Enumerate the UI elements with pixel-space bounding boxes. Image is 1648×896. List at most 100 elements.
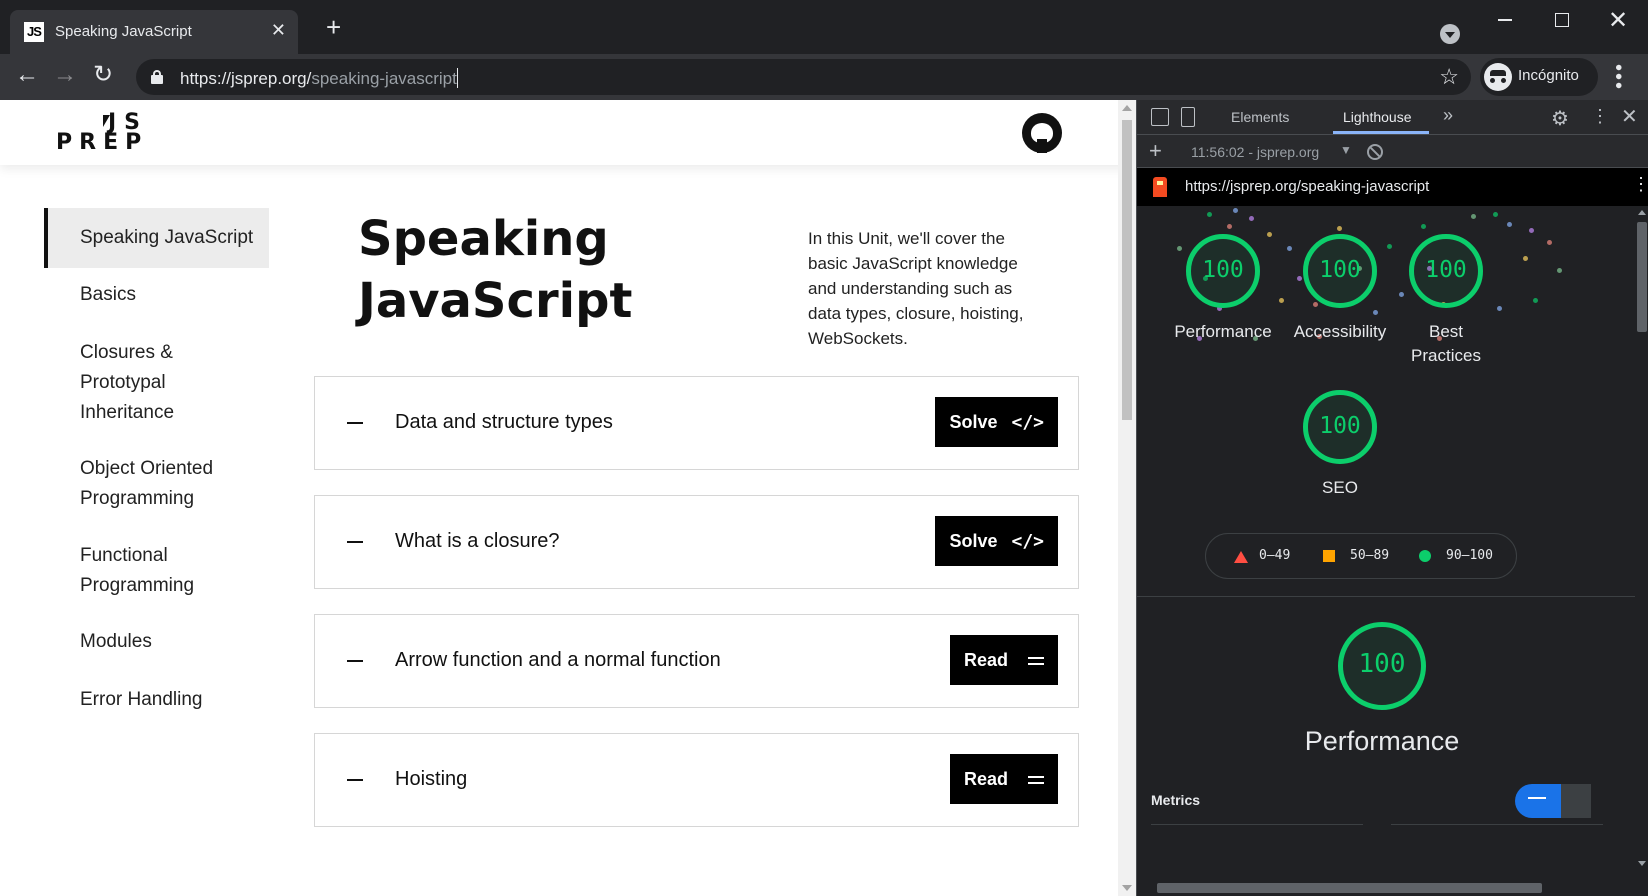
metrics-heading: Metrics xyxy=(1151,792,1201,808)
devtools-close-icon[interactable]: ✕ xyxy=(1621,104,1638,129)
confetti-dot xyxy=(1557,268,1562,273)
question-title: Data and structure types xyxy=(395,411,613,433)
settings-gear-icon[interactable]: ⚙ xyxy=(1551,106,1569,131)
collapse-icon[interactable] xyxy=(347,422,363,424)
metric-divider xyxy=(1391,824,1603,825)
lock-icon[interactable] xyxy=(151,70,163,84)
solve-button[interactable]: Solve </> xyxy=(935,397,1058,447)
devtools-scrollbar[interactable] xyxy=(1635,206,1648,896)
forward-arrow-icon[interactable]: → xyxy=(51,62,79,90)
collapse-icon[interactable] xyxy=(347,660,363,662)
page-viewport: JS PREP Speaking JavaScript Basics Closu… xyxy=(0,100,1136,896)
devtools-horizontal-scrollbar[interactable] xyxy=(1137,880,1635,896)
unit-intro: In this Unit, we'll cover the basic Java… xyxy=(808,229,1024,348)
gauge-performance[interactable]: 100 Performance xyxy=(1167,234,1279,344)
confetti-dot xyxy=(1471,214,1476,219)
menu-icon xyxy=(1028,776,1044,784)
github-icon[interactable] xyxy=(1022,113,1062,153)
read-button[interactable]: Read xyxy=(949,754,1058,804)
metrics-expanded-toggle[interactable] xyxy=(1561,784,1591,818)
sidebar-item-closures[interactable]: Closures & Prototypal Inheritance xyxy=(44,338,234,428)
tab-close-icon[interactable]: ✕ xyxy=(271,20,286,40)
jsprep-logo[interactable]: JS PREP xyxy=(56,110,146,155)
metrics-compact-toggle[interactable] xyxy=(1515,784,1561,818)
gauge-seo[interactable]: 100 SEO xyxy=(1284,390,1396,500)
scrollbar-thumb[interactable] xyxy=(1637,222,1647,332)
scrollbar-thumb[interactable] xyxy=(1157,883,1542,893)
new-report-icon[interactable]: + xyxy=(1149,138,1162,164)
performance-title: Performance xyxy=(1304,726,1460,756)
address-bar[interactable]: https://jsprep.org/speaking-javascript ☆ xyxy=(136,59,1471,95)
new-tab-button[interactable]: + xyxy=(326,14,341,40)
tab-search-icon[interactable] xyxy=(1440,24,1460,44)
tab-elements[interactable]: Elements xyxy=(1231,109,1289,125)
collapse-icon[interactable] xyxy=(347,541,363,543)
sidebar-item-functional[interactable]: Functional Programming xyxy=(44,541,254,601)
gauge-label: Accessibility xyxy=(1293,322,1387,341)
score-ring: 100 xyxy=(1186,234,1260,308)
score-ring: 100 xyxy=(1303,234,1377,308)
back-arrow-icon[interactable]: ← xyxy=(13,62,41,90)
report-selector[interactable]: 11:56:02 - jsprep.org xyxy=(1191,144,1319,160)
scroll-up-icon[interactable] xyxy=(1122,105,1132,111)
page-scrollbar[interactable] xyxy=(1118,100,1136,896)
confetti-dot xyxy=(1227,224,1232,229)
gauge-label: Best Practices xyxy=(1411,322,1481,365)
sidebar-item-oop[interactable]: Object Oriented Programming xyxy=(44,454,269,514)
incognito-label: Incógnito xyxy=(1518,67,1579,84)
report-url[interactable]: https://jsprep.org/speaking-javascript xyxy=(1185,178,1429,195)
confetti-dot xyxy=(1533,298,1538,303)
tab-title: Speaking JavaScript xyxy=(55,23,192,40)
device-toolbar-icon[interactable] xyxy=(1181,107,1195,127)
browser-menu-icon[interactable]: ••• xyxy=(1607,64,1629,91)
minimize-button[interactable] xyxy=(1498,19,1512,21)
sidebar-item-basics[interactable]: Basics xyxy=(44,280,269,310)
url-text[interactable]: https://jsprep.org/speaking-javascript xyxy=(180,68,458,89)
devtools-menu-icon[interactable]: ⋮ xyxy=(1591,106,1609,127)
fail-triangle-icon xyxy=(1234,551,1248,563)
confetti-dot xyxy=(1493,212,1498,217)
active-tab-indicator xyxy=(1333,131,1429,134)
question-title: Arrow function and a normal function xyxy=(395,649,721,671)
close-window-button[interactable]: ✕ xyxy=(1608,6,1628,35)
scroll-down-icon[interactable] xyxy=(1638,861,1646,866)
mouse-cursor-icon xyxy=(103,115,110,127)
average-square-icon xyxy=(1323,550,1335,562)
reload-icon[interactable]: ↻ xyxy=(89,62,117,90)
question-card[interactable]: Arrow function and a normal function Rea… xyxy=(314,614,1079,708)
question-card[interactable]: Hoisting Read xyxy=(314,733,1079,827)
confetti-dot xyxy=(1233,208,1238,213)
browser-tab[interactable]: JS Speaking JavaScript ✕ xyxy=(10,10,298,54)
metric-divider xyxy=(1151,824,1363,825)
more-tabs-icon[interactable]: » xyxy=(1443,105,1453,126)
incognito-profile-button[interactable]: Incógnito xyxy=(1480,58,1598,96)
legend-range: 50–89 xyxy=(1350,548,1390,563)
question-title: What is a closure? xyxy=(395,530,560,552)
report-menu-icon[interactable]: ⋮ xyxy=(1632,174,1648,195)
maximize-button[interactable] xyxy=(1555,13,1569,27)
sidebar-item-error-handling[interactable]: Error Handling xyxy=(44,685,269,715)
score-ring: 100 xyxy=(1409,234,1483,308)
clear-reports-icon[interactable] xyxy=(1367,144,1383,160)
bookmark-star-icon[interactable]: ☆ xyxy=(1439,64,1459,90)
confetti-dot xyxy=(1337,226,1342,231)
collapse-icon[interactable] xyxy=(347,779,363,781)
scrollbar-thumb[interactable] xyxy=(1122,120,1132,420)
read-button[interactable]: Read xyxy=(949,635,1058,685)
gauge-best-practices[interactable]: 100 Best Practices xyxy=(1401,234,1491,368)
browser-toolbar: ← → ↻ https://jsprep.org/speaking-javasc… xyxy=(0,54,1648,100)
favicon-icon: JS xyxy=(24,22,44,42)
tab-lighthouse[interactable]: Lighthouse xyxy=(1343,109,1412,125)
scroll-up-icon[interactable] xyxy=(1638,210,1646,215)
sidebar-item-speaking-javascript[interactable]: Speaking JavaScript xyxy=(44,208,269,268)
gauge-accessibility[interactable]: 100 Accessibility xyxy=(1284,234,1396,344)
devtools-panel: Elements Lighthouse » ⚙ ⋮ ✕ + 11:56:02 -… xyxy=(1136,100,1648,896)
question-card[interactable]: Data and structure types Solve </> xyxy=(314,376,1079,470)
dropdown-caret-icon[interactable]: ▼ xyxy=(1340,143,1352,157)
solve-button[interactable]: Solve </> xyxy=(935,516,1058,566)
scroll-down-icon[interactable] xyxy=(1122,885,1132,891)
sidebar-item-modules[interactable]: Modules xyxy=(44,627,269,657)
menu-icon xyxy=(1028,657,1044,665)
inspect-element-icon[interactable] xyxy=(1151,108,1169,126)
question-card[interactable]: What is a closure? Solve </> xyxy=(314,495,1079,589)
